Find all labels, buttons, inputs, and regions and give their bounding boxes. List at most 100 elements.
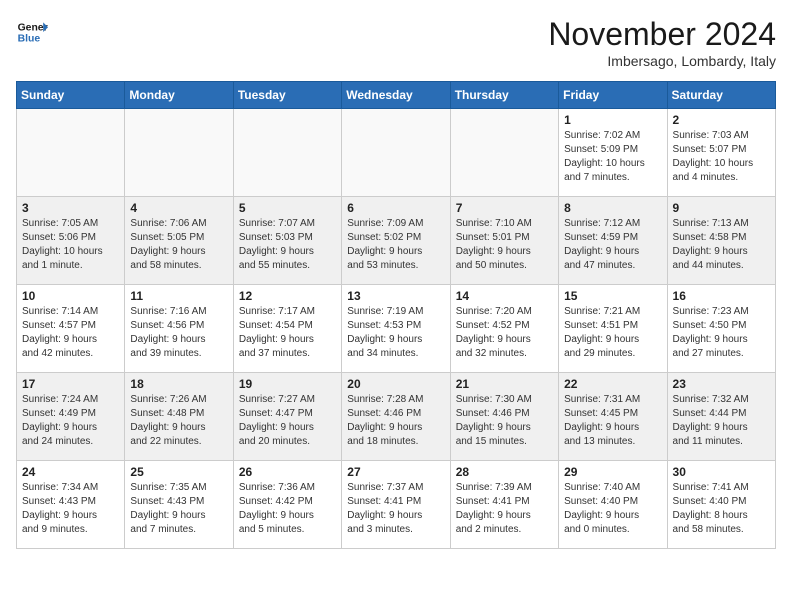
table-cell: 13 Sunrise: 7:19 AM Sunset: 4:53 PM Dayli… <box>342 285 450 373</box>
month-title: November 2024 <box>548 16 776 53</box>
table-cell: 3Sunrise: 7:05 AM Sunset: 5:06 PM Daylig… <box>17 197 125 285</box>
day-number: 23 <box>673 377 770 391</box>
table-cell: 11 Sunrise: 7:16 AM Sunset: 4:56 PM Dayli… <box>125 285 233 373</box>
day-info: Sunrise: 7:26 AM Sunset: 4:48 PM Dayligh… <box>130 393 227 449</box>
day-number: 19 <box>239 377 336 391</box>
table-cell: 4Sunrise: 7:06 AM Sunset: 5:05 PM Daylig… <box>125 197 233 285</box>
col-wednesday: Wednesday <box>342 82 450 109</box>
col-sunday: Sunday <box>17 82 125 109</box>
header: General Blue November 2024 Imbersago, Lo… <box>16 16 776 69</box>
table-cell: 28 Sunrise: 7:39 AM Sunset: 4:41 PM Dayli… <box>450 461 558 549</box>
calendar-row: 3Sunrise: 7:05 AM Sunset: 5:06 PM Daylig… <box>17 197 776 285</box>
table-cell: 5 Sunrise: 7:07 AM Sunset: 5:03 PM Daylig… <box>233 197 341 285</box>
table-cell: 10Sunrise: 7:14 AM Sunset: 4:57 PM Dayli… <box>17 285 125 373</box>
day-info: Sunrise: 7:09 AM Sunset: 5:02 PM Dayligh… <box>347 217 444 273</box>
table-cell: 12 Sunrise: 7:17 AM Sunset: 4:54 PM Dayli… <box>233 285 341 373</box>
day-info: Sunrise: 7:13 AM Sunset: 4:58 PM Dayligh… <box>673 217 770 273</box>
calendar-row: 10Sunrise: 7:14 AM Sunset: 4:57 PM Dayli… <box>17 285 776 373</box>
day-number: 29 <box>564 465 661 479</box>
day-number: 16 <box>673 289 770 303</box>
col-tuesday: Tuesday <box>233 82 341 109</box>
table-cell <box>17 109 125 197</box>
day-info: Sunrise: 7:37 AM Sunset: 4:41 PM Dayligh… <box>347 481 444 537</box>
day-info: Sunrise: 7:36 AM Sunset: 4:42 PM Dayligh… <box>239 481 336 537</box>
col-saturday: Saturday <box>667 82 775 109</box>
day-number: 27 <box>347 465 444 479</box>
day-info: Sunrise: 7:02 AM Sunset: 5:09 PM Dayligh… <box>564 129 661 185</box>
day-number: 25 <box>130 465 227 479</box>
table-cell: 6 Sunrise: 7:09 AM Sunset: 5:02 PM Daylig… <box>342 197 450 285</box>
day-info: Sunrise: 7:23 AM Sunset: 4:50 PM Dayligh… <box>673 305 770 361</box>
day-info: Sunrise: 7:03 AM Sunset: 5:07 PM Dayligh… <box>673 129 770 185</box>
day-number: 20 <box>347 377 444 391</box>
day-info: Sunrise: 7:07 AM Sunset: 5:03 PM Dayligh… <box>239 217 336 273</box>
table-cell: 9 Sunrise: 7:13 AM Sunset: 4:58 PM Daylig… <box>667 197 775 285</box>
table-cell: 29 Sunrise: 7:40 AM Sunset: 4:40 PM Dayli… <box>559 461 667 549</box>
table-cell: 27 Sunrise: 7:37 AM Sunset: 4:41 PM Dayli… <box>342 461 450 549</box>
table-cell: 2Sunrise: 7:03 AM Sunset: 5:07 PM Daylig… <box>667 109 775 197</box>
table-cell: 14Sunrise: 7:20 AM Sunset: 4:52 PM Dayli… <box>450 285 558 373</box>
header-row: Sunday Monday Tuesday Wednesday Thursday… <box>17 82 776 109</box>
table-cell: 22Sunrise: 7:31 AM Sunset: 4:45 PM Dayli… <box>559 373 667 461</box>
calendar-table: Sunday Monday Tuesday Wednesday Thursday… <box>16 81 776 549</box>
day-number: 18 <box>130 377 227 391</box>
location: Imbersago, Lombardy, Italy <box>548 53 776 69</box>
day-number: 5 <box>239 201 336 215</box>
table-cell <box>125 109 233 197</box>
col-monday: Monday <box>125 82 233 109</box>
table-cell <box>233 109 341 197</box>
day-info: Sunrise: 7:40 AM Sunset: 4:40 PM Dayligh… <box>564 481 661 537</box>
day-info: Sunrise: 7:27 AM Sunset: 4:47 PM Dayligh… <box>239 393 336 449</box>
day-number: 17 <box>22 377 119 391</box>
calendar-row: 1 Sunrise: 7:02 AM Sunset: 5:09 PM Daylig… <box>17 109 776 197</box>
day-number: 6 <box>347 201 444 215</box>
day-info: Sunrise: 7:41 AM Sunset: 4:40 PM Dayligh… <box>673 481 770 537</box>
day-number: 11 <box>130 289 227 303</box>
day-number: 14 <box>456 289 553 303</box>
day-number: 30 <box>673 465 770 479</box>
day-number: 15 <box>564 289 661 303</box>
day-info: Sunrise: 7:19 AM Sunset: 4:53 PM Dayligh… <box>347 305 444 361</box>
day-info: Sunrise: 7:30 AM Sunset: 4:46 PM Dayligh… <box>456 393 553 449</box>
table-cell: 21 Sunrise: 7:30 AM Sunset: 4:46 PM Dayli… <box>450 373 558 461</box>
table-cell: 24 Sunrise: 7:34 AM Sunset: 4:43 PM Dayli… <box>17 461 125 549</box>
day-number: 28 <box>456 465 553 479</box>
day-number: 22 <box>564 377 661 391</box>
table-cell: 19 Sunrise: 7:27 AM Sunset: 4:47 PM Dayli… <box>233 373 341 461</box>
day-info: Sunrise: 7:34 AM Sunset: 4:43 PM Dayligh… <box>22 481 119 537</box>
day-number: 4 <box>130 201 227 215</box>
day-info: Sunrise: 7:14 AM Sunset: 4:57 PM Dayligh… <box>22 305 119 361</box>
day-info: Sunrise: 7:12 AM Sunset: 4:59 PM Dayligh… <box>564 217 661 273</box>
day-number: 9 <box>673 201 770 215</box>
table-cell: 15 Sunrise: 7:21 AM Sunset: 4:51 PM Dayli… <box>559 285 667 373</box>
table-cell: 30 Sunrise: 7:41 AM Sunset: 4:40 PM Dayli… <box>667 461 775 549</box>
day-info: Sunrise: 7:35 AM Sunset: 4:43 PM Dayligh… <box>130 481 227 537</box>
table-cell: 17 Sunrise: 7:24 AM Sunset: 4:49 PM Dayli… <box>17 373 125 461</box>
day-number: 21 <box>456 377 553 391</box>
table-cell: 25 Sunrise: 7:35 AM Sunset: 4:43 PM Dayli… <box>125 461 233 549</box>
table-cell: 16 Sunrise: 7:23 AM Sunset: 4:50 PM Dayli… <box>667 285 775 373</box>
table-cell: 1 Sunrise: 7:02 AM Sunset: 5:09 PM Daylig… <box>559 109 667 197</box>
calendar-row: 24 Sunrise: 7:34 AM Sunset: 4:43 PM Dayli… <box>17 461 776 549</box>
day-number: 24 <box>22 465 119 479</box>
page-container: General Blue November 2024 Imbersago, Lo… <box>0 0 792 557</box>
day-info: Sunrise: 7:21 AM Sunset: 4:51 PM Dayligh… <box>564 305 661 361</box>
day-number: 7 <box>456 201 553 215</box>
day-info: Sunrise: 7:24 AM Sunset: 4:49 PM Dayligh… <box>22 393 119 449</box>
day-info: Sunrise: 7:39 AM Sunset: 4:41 PM Dayligh… <box>456 481 553 537</box>
logo-icon: General Blue <box>16 16 48 48</box>
day-number: 13 <box>347 289 444 303</box>
logo: General Blue <box>16 16 48 48</box>
day-info: Sunrise: 7:10 AM Sunset: 5:01 PM Dayligh… <box>456 217 553 273</box>
table-cell: 23Sunrise: 7:32 AM Sunset: 4:44 PM Dayli… <box>667 373 775 461</box>
svg-text:Blue: Blue <box>18 34 41 45</box>
day-number: 1 <box>564 113 661 127</box>
table-cell <box>450 109 558 197</box>
day-number: 8 <box>564 201 661 215</box>
day-number: 12 <box>239 289 336 303</box>
day-info: Sunrise: 7:16 AM Sunset: 4:56 PM Dayligh… <box>130 305 227 361</box>
day-info: Sunrise: 7:17 AM Sunset: 4:54 PM Dayligh… <box>239 305 336 361</box>
table-cell <box>342 109 450 197</box>
day-number: 26 <box>239 465 336 479</box>
title-block: November 2024 Imbersago, Lombardy, Italy <box>548 16 776 69</box>
